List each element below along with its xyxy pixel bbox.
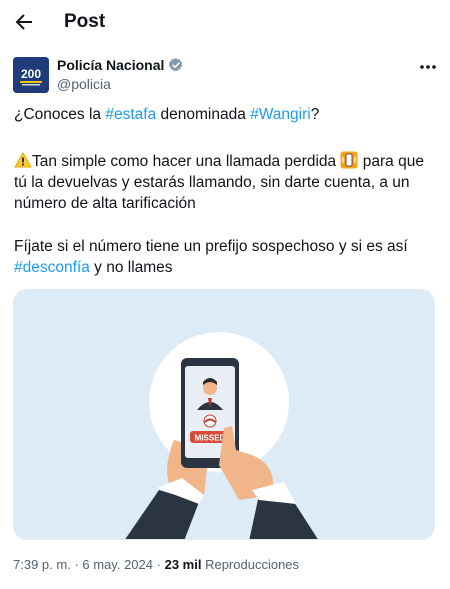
avatar-text: 200 [21, 67, 41, 81]
vibration-mode-emoji-icon [340, 151, 358, 169]
text-span: ? [310, 106, 320, 123]
warning-emoji-icon [14, 151, 32, 168]
text-span: Tan simple como hacer una llamada perdid… [32, 153, 341, 170]
hashtag-desconfia[interactable]: #desconfía [14, 259, 90, 276]
author-name[interactable]: Policía Nacional [57, 57, 164, 73]
missed-label: MISSED [195, 434, 226, 443]
text-span: ¿Conoces la [14, 106, 106, 123]
tweet-image[interactable]: MISSED [13, 289, 435, 540]
hashtag-wangiri[interactable]: #Wangiri [250, 106, 311, 123]
page-title: Post [64, 11, 106, 32]
avatar[interactable]: 200 [13, 57, 49, 93]
meta-separator: · [156, 557, 161, 572]
post-date[interactable]: 6 may. 2024 [82, 557, 153, 572]
more-options-icon[interactable] [416, 56, 440, 78]
verified-badge-icon [169, 58, 183, 72]
missed-call-illustration: MISSED [14, 290, 434, 539]
author-name-row[interactable]: Policía Nacional [57, 57, 184, 73]
views-count: 23 mil [164, 557, 202, 572]
views-label: Reproducciones [205, 557, 300, 572]
tweet-paragraph-1: ¿Conoces la #estafa denominada #Wangiri? [14, 104, 319, 125]
post-time[interactable]: 7:39 p. m. [13, 557, 71, 572]
text-span: denominada [156, 106, 251, 123]
text-span: Fíjate si el número tiene un prefijo sos… [14, 238, 408, 255]
text-span: y no llames [89, 259, 173, 276]
policia-logo-icon: 200 [13, 57, 49, 93]
tweet-paragraph-2: Tan simple como hacer una llamada perdid… [14, 151, 438, 214]
back-arrow-icon[interactable] [12, 10, 36, 34]
tweet-paragraph-3: Fíjate si el número tiene un prefijo sos… [14, 236, 438, 278]
top-bar: Post [0, 0, 450, 46]
meta-separator: · [74, 557, 79, 572]
hashtag-estafa[interactable]: #estafa [105, 106, 156, 123]
post-meta: 7:39 p. m. · 6 may. 2024 · 23 mil Reprod… [13, 557, 299, 572]
author-handle[interactable]: @policia [57, 76, 111, 92]
